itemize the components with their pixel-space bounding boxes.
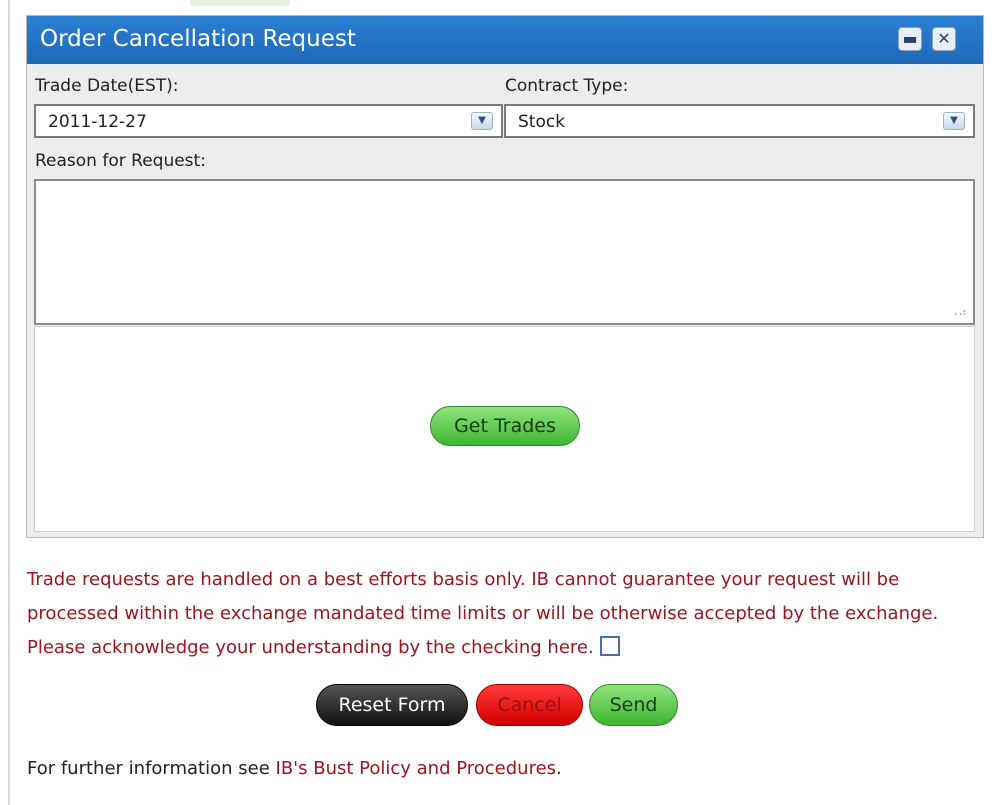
order-cancellation-dialog: Order Cancellation Request ▬ ✕ Trade Dat… xyxy=(26,15,984,538)
background-tab-edge xyxy=(190,0,290,6)
acknowledge-checkbox[interactable] xyxy=(599,636,620,656)
reason-label: Reason for Request: xyxy=(35,151,206,171)
trade-date-value: 2011-12-27 xyxy=(48,112,147,132)
trade-date-label: Trade Date(EST): xyxy=(35,76,179,96)
footer-prefix: For further information see xyxy=(27,758,276,779)
reason-textarea[interactable]: ⠠⠴ xyxy=(34,179,975,325)
resize-grip-icon[interactable]: ⠠⠴ xyxy=(949,306,967,318)
bust-policy-link[interactable]: IB's Bust Policy and Procedures xyxy=(276,758,557,779)
disclaimer-notice: Trade requests are handled on a best eff… xyxy=(27,563,972,665)
get-trades-button[interactable]: Get Trades xyxy=(430,406,580,446)
chevron-down-icon[interactable]: ▼ xyxy=(471,112,493,130)
footer-info: For further information see IB's Bust Po… xyxy=(27,758,562,779)
chevron-down-icon[interactable]: ▼ xyxy=(943,112,965,130)
dialog-titlebar: Order Cancellation Request ▬ ✕ xyxy=(27,16,983,64)
contract-type-value: Stock xyxy=(518,112,566,132)
contract-type-label: Contract Type: xyxy=(505,76,629,96)
trades-panel: Get Trades xyxy=(34,326,975,532)
background-edge xyxy=(8,0,10,805)
dialog-title: Order Cancellation Request xyxy=(40,26,356,52)
minimize-icon[interactable]: ▬ xyxy=(898,27,922,51)
trade-date-select[interactable]: 2011-12-27 ▼ xyxy=(34,104,503,138)
footer-suffix: . xyxy=(556,758,562,779)
send-button[interactable]: Send xyxy=(589,684,678,726)
contract-type-select[interactable]: Stock ▼ xyxy=(504,104,975,138)
cancel-button[interactable]: Cancel xyxy=(476,684,583,726)
reset-form-button[interactable]: Reset Form xyxy=(316,684,468,726)
close-icon[interactable]: ✕ xyxy=(932,27,956,51)
disclaimer-text: Trade requests are handled on a best eff… xyxy=(27,569,939,658)
